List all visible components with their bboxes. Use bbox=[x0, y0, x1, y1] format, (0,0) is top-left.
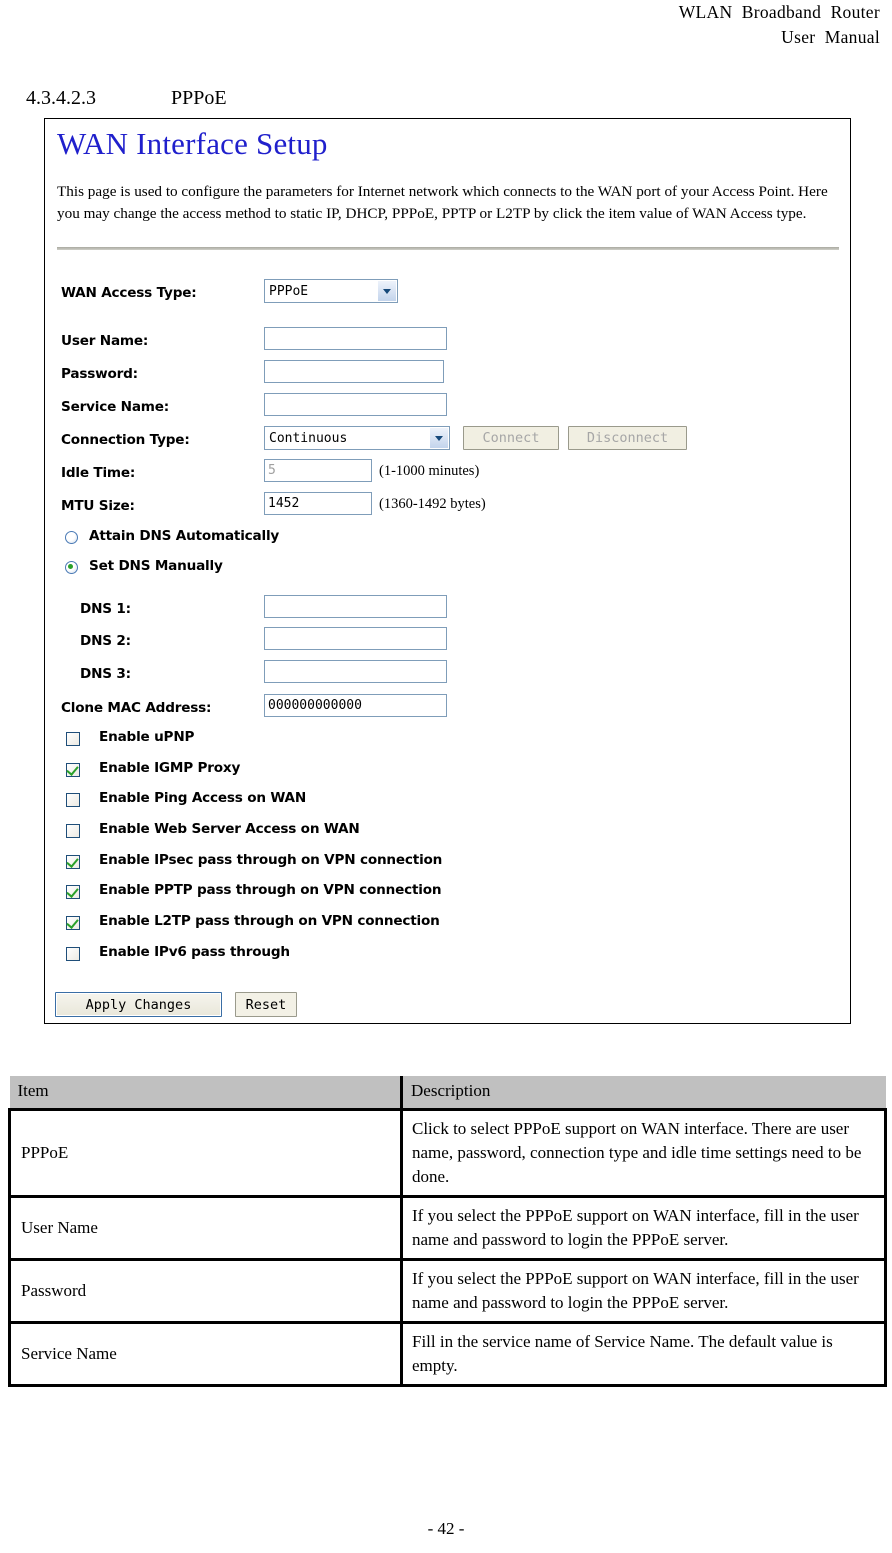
apply-changes-button[interactable]: Apply Changes bbox=[55, 992, 222, 1017]
service-name-label: Service Name: bbox=[61, 399, 170, 415]
table-header-row: Item Description bbox=[9, 1076, 886, 1111]
checkbox-label-enable-l2tp-pass-through: Enable L2TP pass through on VPN connecti… bbox=[99, 913, 440, 929]
radio-set-dns-manually[interactable] bbox=[65, 561, 78, 574]
connection-type-value: Continuous bbox=[269, 430, 348, 446]
wan-access-type-select[interactable]: PPPoE bbox=[264, 279, 398, 303]
service-name-input[interactable] bbox=[264, 393, 447, 416]
table-cell-item: PPPoE bbox=[8, 1108, 403, 1198]
checkbox-enable-ipsec-pass-through[interactable] bbox=[66, 855, 80, 869]
checkbox-enable-pptp-pass-through[interactable] bbox=[66, 885, 80, 899]
chevron-down-icon[interactable] bbox=[430, 428, 448, 448]
connect-button[interactable]: Connect bbox=[463, 426, 559, 450]
user-name-input[interactable] bbox=[264, 327, 447, 350]
dns2-input[interactable] bbox=[264, 627, 447, 650]
column-header-item: Item bbox=[9, 1076, 403, 1111]
dns1-input[interactable] bbox=[264, 595, 447, 618]
chevron-down-icon[interactable] bbox=[378, 281, 396, 301]
table-cell-item: Password bbox=[8, 1258, 403, 1324]
page-number-footer: - 42 - bbox=[427, 1519, 465, 1538]
dns3-input[interactable] bbox=[264, 660, 447, 683]
mtu-size-input[interactable]: 1452 bbox=[264, 492, 372, 515]
description-table: Item Description PPPoE Click to select P… bbox=[8, 1076, 887, 1387]
table-row: Password If you select the PPPoE support… bbox=[8, 1258, 887, 1324]
dns2-label: DNS 2: bbox=[80, 633, 131, 649]
table-cell-description: If you select the PPPoE support on WAN i… bbox=[400, 1258, 887, 1324]
disconnect-button[interactable]: Disconnect bbox=[568, 426, 687, 450]
table-cell-description: If you select the PPPoE support on WAN i… bbox=[400, 1195, 887, 1261]
section-heading: 4.3.4.2.3 PPPoE bbox=[16, 56, 227, 112]
clone-mac-address-input[interactable]: 000000000000 bbox=[264, 694, 447, 717]
document-header: WLAN Broadband Router User Manual bbox=[679, 0, 880, 50]
checkbox-enable-ipv6-pass-through[interactable] bbox=[66, 947, 80, 961]
password-input[interactable] bbox=[264, 360, 444, 383]
checkbox-label-enable-ipv6-pass-through: Enable IPv6 pass through bbox=[99, 944, 290, 960]
radio-label-set-dns-manually: Set DNS Manually bbox=[89, 558, 223, 574]
table-cell-description: Fill in the service name of Service Name… bbox=[400, 1321, 887, 1387]
header-line-manual: User Manual bbox=[781, 27, 880, 47]
wan-access-type-value: PPPoE bbox=[269, 283, 309, 299]
checkbox-label-enable-pptp-pass-through: Enable PPTP pass through on VPN connecti… bbox=[99, 882, 442, 898]
mtu-size-label: MTU Size: bbox=[61, 498, 135, 514]
checkbox-label-enable-ping-access-on-wan: Enable Ping Access on WAN bbox=[99, 790, 307, 806]
idle-time-input[interactable]: 5 bbox=[264, 459, 372, 482]
page-description: This page is used to configure the param… bbox=[57, 183, 828, 222]
dns1-label: DNS 1: bbox=[80, 601, 131, 617]
wan-interface-setup-panel: WAN Interface Setup This page is used to… bbox=[44, 118, 851, 1024]
checkbox-label-enable-igmp-proxy: Enable IGMP Proxy bbox=[99, 760, 241, 776]
reset-button[interactable]: Reset bbox=[235, 992, 297, 1017]
table-cell-item: User Name bbox=[8, 1195, 403, 1261]
user-name-label: User Name: bbox=[61, 333, 149, 349]
checkbox-enable-igmp-proxy[interactable] bbox=[66, 763, 80, 777]
checkbox-label-enable-upnp: Enable uPNP bbox=[99, 729, 195, 745]
checkbox-enable-ping-access-on-wan[interactable] bbox=[66, 793, 80, 807]
header-line-product: WLAN Broadband Router bbox=[678, 2, 880, 22]
checkbox-enable-web-server-access-on-wan[interactable] bbox=[66, 824, 80, 838]
mtu-size-hint: (1360-1492 bytes) bbox=[379, 496, 486, 512]
dns3-label: DNS 3: bbox=[80, 666, 131, 682]
table-cell-item: Service Name bbox=[8, 1321, 403, 1387]
section-title: PPPoE bbox=[171, 87, 227, 109]
connection-type-select[interactable]: Continuous bbox=[264, 426, 450, 450]
checkbox-label-enable-web-server-access-on-wan: Enable Web Server Access on WAN bbox=[99, 821, 360, 837]
password-label: Password: bbox=[61, 366, 138, 382]
section-number: 4.3.4.2.3 bbox=[26, 87, 96, 109]
idle-time-label: Idle Time: bbox=[61, 465, 136, 481]
column-header-description: Description bbox=[400, 1076, 886, 1111]
idle-time-hint: (1-1000 minutes) bbox=[379, 463, 480, 479]
checkbox-enable-upnp[interactable] bbox=[66, 732, 80, 746]
table-row: Service Name Fill in the service name of… bbox=[8, 1321, 887, 1387]
checkbox-label-enable-ipsec-pass-through: Enable IPsec pass through on VPN connect… bbox=[99, 852, 443, 868]
radio-label-attain-dns-automatically: Attain DNS Automatically bbox=[89, 528, 280, 544]
radio-attain-dns-automatically[interactable] bbox=[65, 531, 78, 544]
table-row: User Name If you select the PPPoE suppor… bbox=[8, 1195, 887, 1261]
page-title: WAN Interface Setup bbox=[57, 126, 328, 161]
table-row: PPPoE Click to select PPPoE support on W… bbox=[8, 1108, 887, 1198]
connection-type-label: Connection Type: bbox=[61, 432, 190, 448]
wan-access-type-label: WAN Access Type: bbox=[61, 285, 197, 301]
checkbox-enable-l2tp-pass-through[interactable] bbox=[66, 916, 80, 930]
table-cell-description: Click to select PPPoE support on WAN int… bbox=[400, 1108, 887, 1198]
clone-mac-address-label: Clone MAC Address: bbox=[61, 700, 212, 716]
divider bbox=[57, 247, 839, 250]
